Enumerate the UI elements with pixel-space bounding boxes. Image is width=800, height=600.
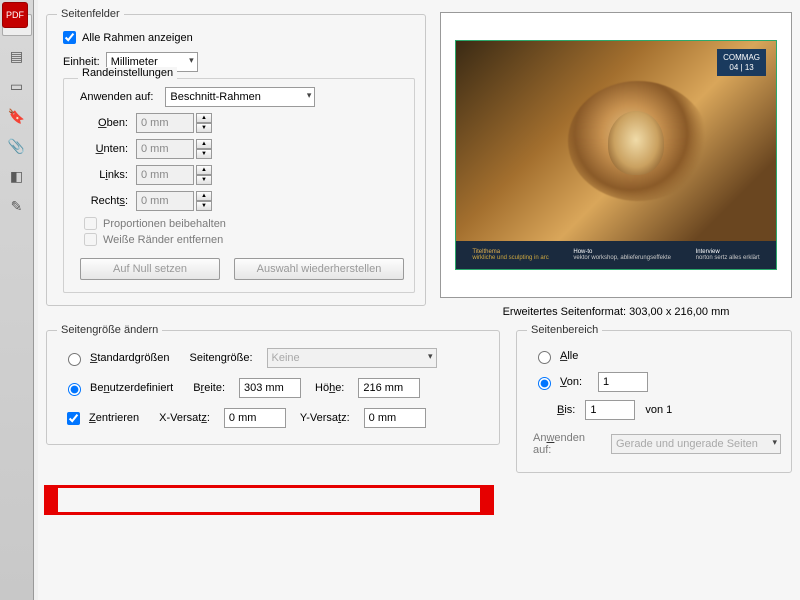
width-label: Breite: — [193, 382, 225, 394]
height-label: Höhe: — [315, 382, 344, 394]
margin-right-down[interactable]: ▼ — [196, 201, 212, 211]
margin-bottom-down[interactable]: ▼ — [196, 149, 212, 159]
page-fields-legend: Seitenfelder — [57, 8, 124, 20]
margin-top-up[interactable]: ▲ — [196, 113, 212, 123]
range-apply-select[interactable]: Gerade und ungerade Seiten — [611, 434, 781, 454]
highlight-overlay — [44, 485, 494, 515]
keep-proportions-label: Proportionen beibehalten — [103, 218, 226, 230]
page-range-legend: Seitenbereich — [527, 324, 602, 336]
margin-top-down[interactable]: ▼ — [196, 123, 212, 133]
range-apply-label: Anwenden auf: — [533, 432, 603, 456]
all-pages-label: Alle — [560, 350, 578, 362]
page-size-legend: Seitengröße ändern — [57, 324, 162, 336]
custom-size-label: Benutzerdefiniert — [90, 382, 173, 394]
page-size-select[interactable]: Keine — [267, 348, 437, 368]
of-label: von 1 — [645, 404, 672, 416]
xoffset-input[interactable] — [224, 408, 286, 428]
margin-settings-group: Randeinstellungen Anwenden auf: Beschnit… — [63, 78, 415, 293]
attachment-icon[interactable]: 📎 — [7, 136, 27, 156]
custom-size-radio[interactable] — [68, 383, 81, 396]
thumbnails-icon[interactable]: ▤ — [7, 46, 27, 66]
signature-icon[interactable]: ✎ — [7, 196, 27, 216]
margin-left-input[interactable] — [136, 165, 194, 185]
margin-top-input[interactable] — [136, 113, 194, 133]
standard-sizes-radio[interactable] — [68, 353, 81, 366]
page-size-group: Seitengröße ändern Standardgrößen Seiten… — [46, 324, 500, 445]
preview-box: COMMAG 04 | 13 Titelthemawirkliche und s… — [440, 12, 792, 298]
from-radio[interactable] — [538, 377, 551, 390]
width-input[interactable] — [239, 378, 301, 398]
apply-to-select[interactable]: Beschnitt-Rahmen — [165, 87, 315, 107]
from-input[interactable] — [598, 372, 648, 392]
yoffset-input[interactable] — [364, 408, 426, 428]
margin-right-up[interactable]: ▲ — [196, 191, 212, 201]
app-icon: PDF — [2, 2, 28, 28]
restore-button[interactable]: Auswahl wiederherstellen — [234, 258, 404, 280]
bookmark-icon[interactable]: 🔖 — [7, 106, 27, 126]
show-all-frames-checkbox[interactable] — [63, 31, 76, 44]
show-all-frames-label: Alle Rahmen anzeigen — [82, 32, 193, 44]
page-size-label: Seitengröße: — [190, 352, 253, 364]
crop-pages-dialog: Seitenfelder Alle Rahmen anzeigen Einhei… — [38, 0, 800, 600]
center-checkbox[interactable] — [67, 412, 80, 425]
margin-right-input[interactable] — [136, 191, 194, 211]
apply-to-label: Anwenden auf: — [80, 91, 153, 103]
layers-icon[interactable]: ◧ — [7, 166, 27, 186]
xoffset-label: X-Versatz: — [159, 412, 210, 424]
preview-tag: COMMAG 04 | 13 — [717, 49, 766, 76]
from-label: Von: — [560, 376, 582, 388]
margin-left-down[interactable]: ▼ — [196, 175, 212, 185]
to-label: Bis: — [557, 404, 575, 416]
standard-sizes-label: Standardgrößen — [90, 352, 170, 364]
to-input[interactable] — [585, 400, 635, 420]
keep-proportions-checkbox[interactable] — [84, 217, 97, 230]
height-input[interactable] — [358, 378, 420, 398]
preview-image: COMMAG 04 | 13 Titelthemawirkliche und s… — [456, 41, 776, 269]
all-pages-radio[interactable] — [538, 351, 551, 364]
remove-white-checkbox[interactable] — [84, 233, 97, 246]
page-fields-group: Seitenfelder Alle Rahmen anzeigen Einhei… — [46, 8, 426, 306]
yoffset-label: Y-Versatz: — [300, 412, 350, 424]
margin-bottom-up[interactable]: ▲ — [196, 139, 212, 149]
margin-left-up[interactable]: ▲ — [196, 165, 212, 175]
page-range-group: Seitenbereich Alle Von: Bis: von 1 — [516, 324, 792, 473]
lion-face — [608, 111, 664, 175]
center-label: Zentrieren — [89, 412, 139, 424]
preview-footer: Titelthemawirkliche und sculpting in arc… — [456, 241, 776, 269]
margin-bottom-input[interactable] — [136, 139, 194, 159]
reset-button[interactable]: Auf Null setzen — [80, 258, 220, 280]
preview-caption: Erweitertes Seitenformat: 303,00 x 216,0… — [440, 306, 792, 318]
page-icon[interactable]: ▭ — [7, 76, 27, 96]
margin-settings-legend: Randeinstellungen — [78, 67, 177, 79]
remove-white-label: Weiße Ränder entfernen — [103, 234, 223, 246]
preview-panel: COMMAG 04 | 13 Titelthemawirkliche und s… — [440, 4, 792, 318]
